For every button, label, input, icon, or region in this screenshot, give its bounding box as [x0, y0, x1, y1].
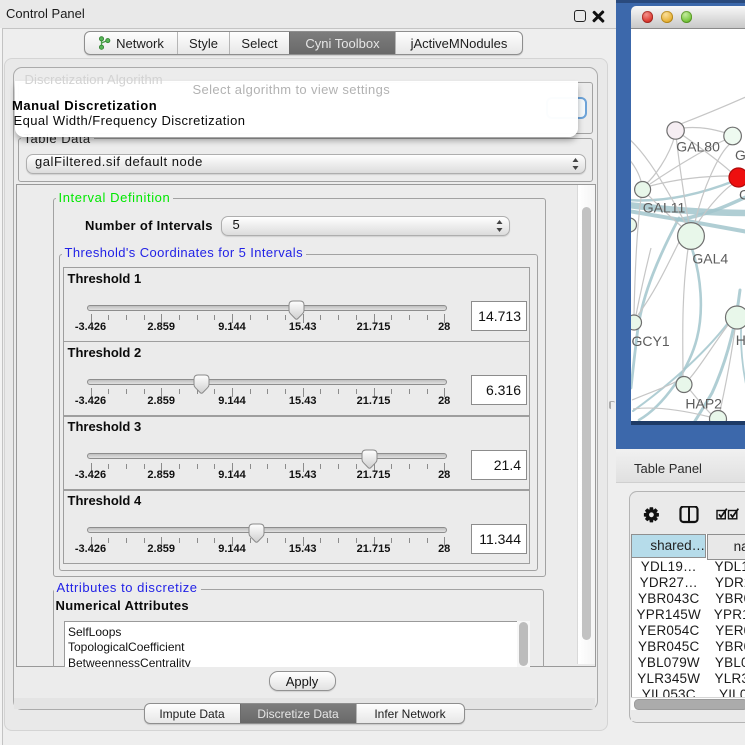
svg-text:CY: CY	[739, 186, 745, 202]
svg-text:GCY1: GCY1	[632, 333, 670, 349]
svg-text:GAL11: GAL11	[643, 199, 686, 215]
svg-text:HAP2: HAP2	[685, 395, 722, 411]
svg-text:HI: HI	[736, 332, 745, 348]
svg-text:GAL4: GAL4	[692, 250, 728, 266]
svg-text:GA: GA	[735, 147, 745, 163]
svg-text:GAL80: GAL80	[676, 138, 720, 154]
